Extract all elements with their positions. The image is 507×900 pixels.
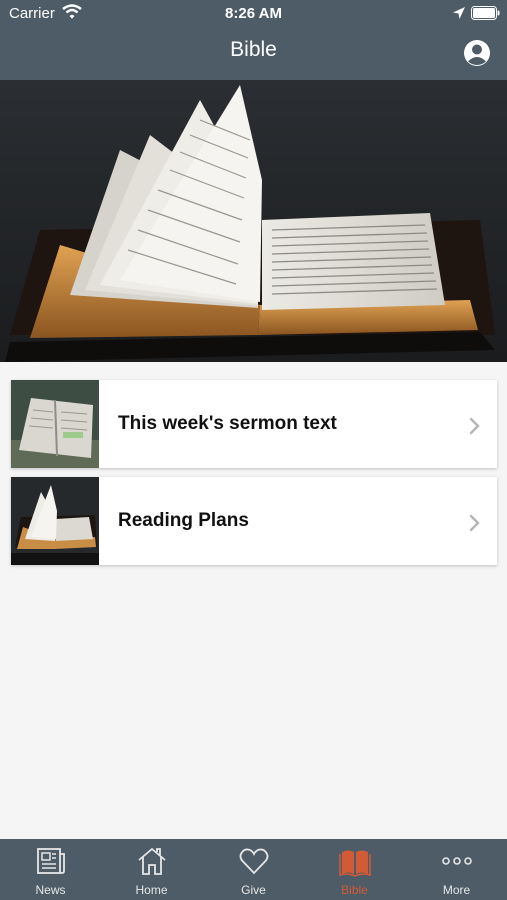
location-arrow-icon: [453, 7, 465, 19]
profile-icon[interactable]: [463, 39, 491, 67]
tab-home-label: Home: [135, 883, 168, 897]
status-bar: Carrier 8:26 AM: [0, 0, 507, 28]
reading-plans-label: Reading Plans: [118, 510, 249, 531]
open-book-icon: [339, 850, 371, 877]
sermon-text-label: This week's sermon text: [118, 413, 337, 434]
navigation-header: Carrier 8:26 AM Bible: [0, 0, 507, 80]
battery-icon: [471, 6, 500, 20]
page-title: Bible: [230, 38, 277, 61]
sermon-text-card[interactable]: This week's sermon text: [11, 380, 497, 468]
tab-bar: News Home Give Bible More: [0, 839, 507, 900]
tab-give[interactable]: Give: [203, 839, 304, 900]
hero-bible-image: [0, 80, 507, 362]
tab-news[interactable]: News: [0, 839, 101, 900]
ellipsis-icon: [442, 857, 472, 865]
house-icon: [138, 847, 166, 875]
tab-more[interactable]: More: [406, 839, 507, 900]
chevron-right-icon: [469, 514, 480, 532]
tab-home[interactable]: Home: [101, 839, 202, 900]
tab-bible-label: Bible: [341, 883, 368, 897]
tab-give-label: Give: [241, 883, 266, 897]
chevron-right-icon: [469, 417, 480, 435]
heart-icon: [239, 848, 269, 875]
tab-bible[interactable]: Bible: [304, 839, 405, 900]
clock-time: 8:26 AM: [225, 5, 282, 22]
tab-more-label: More: [442, 883, 471, 897]
sermon-thumbnail: [11, 380, 99, 468]
tab-news-label: News: [35, 883, 66, 897]
reading-plans-card[interactable]: Reading Plans: [11, 477, 497, 565]
newspaper-icon: [37, 848, 65, 874]
reading-plans-thumbnail: [11, 477, 99, 565]
